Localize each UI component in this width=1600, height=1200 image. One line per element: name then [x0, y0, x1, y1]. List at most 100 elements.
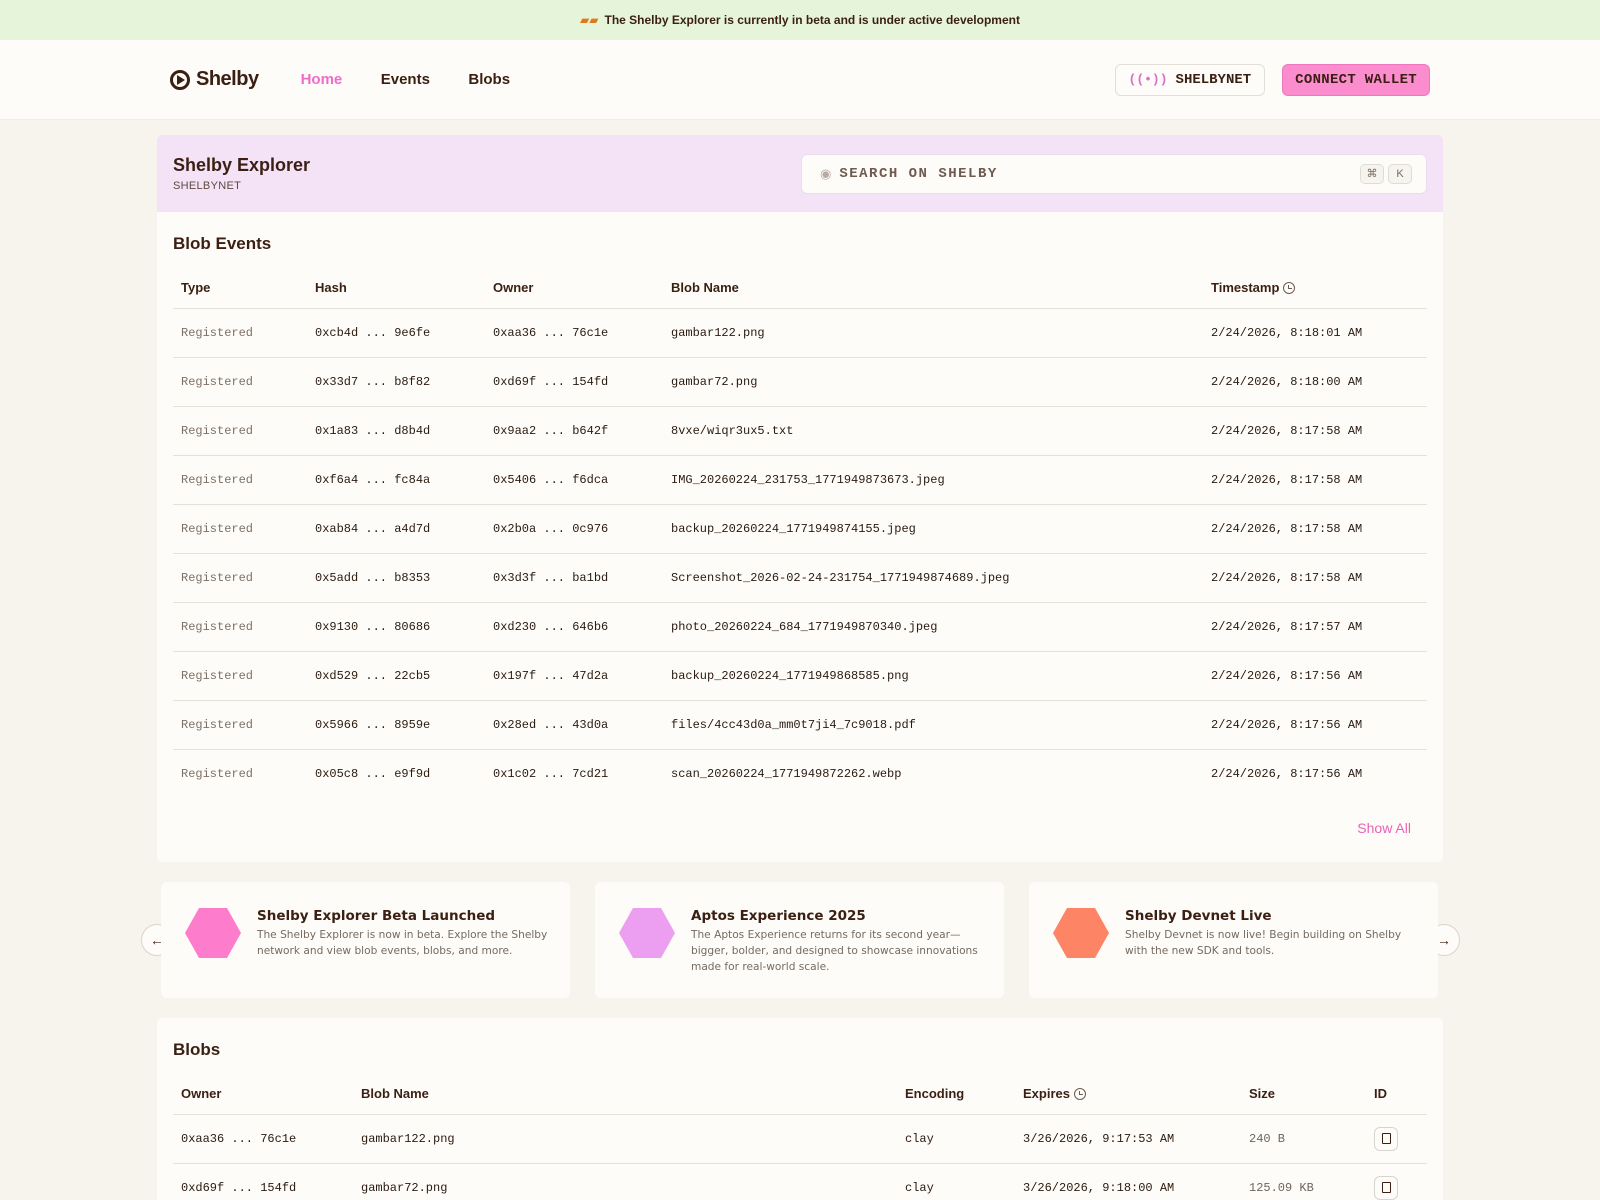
event-owner-link[interactable]: 0x3d3f ... ba1bd: [485, 553, 663, 603]
blob-size: 240 B: [1241, 1114, 1366, 1164]
table-row[interactable]: Registered 0xab84 ... a4d7d 0x2b0a ... 0c9…: [173, 504, 1427, 554]
show-all-link[interactable]: Show All: [1357, 820, 1411, 836]
event-timestamp: 2/24/2026, 8:18:00 AM: [1203, 357, 1427, 407]
search-input[interactable]: [839, 165, 1356, 182]
table-row[interactable]: Registered 0x1a83 ... d8b4d 0x9aa2 ... b64…: [173, 406, 1427, 456]
event-blob-name-link[interactable]: backup_20260224_1771949868585.png: [663, 651, 1203, 701]
event-owner-link[interactable]: 0xd230 ... 646b6: [485, 602, 663, 652]
page-title: Shelby Explorer: [173, 155, 311, 175]
event-timestamp: 2/24/2026, 8:17:56 AM: [1203, 651, 1427, 701]
event-hash-link[interactable]: 0x33d7 ... b8f82: [307, 357, 485, 407]
blob-expires: 3/26/2026, 9:18:00 AM: [1023, 1180, 1175, 1195]
table-row[interactable]: Registered 0xcb4d ... 9e6fe 0xaa36 ... 76c…: [173, 308, 1427, 358]
event-blob-name-link[interactable]: scan_20260224_1771949872262.webp: [663, 749, 1203, 798]
table-row[interactable]: Registered 0xf6a4 ... fc84a 0x5406 ... f6d…: [173, 455, 1427, 505]
news-card[interactable]: Aptos Experience 2025 The Aptos Experien…: [595, 882, 1004, 998]
event-hash-link[interactable]: 0x05c8 ... e9f9d: [307, 749, 485, 798]
arrow-right-icon: →: [1437, 932, 1451, 948]
blob-id-cell: [1366, 1163, 1427, 1200]
event-timestamp: 2/24/2026, 8:17:58 AM: [1203, 406, 1427, 456]
blob-expires: 3/26/2026, 9:17:53 AM: [1015, 1114, 1241, 1164]
blobs-panel: Blobs Owner Blob Name Encoding Expires S…: [157, 1018, 1443, 1200]
connect-wallet-button[interactable]: CONNECT WALLET: [1282, 63, 1430, 96]
event-owner-link[interactable]: 0xd69f ... 154fd: [485, 357, 663, 407]
event-hash-link[interactable]: 0x1a83 ... d8b4d: [307, 406, 485, 456]
event-blob-name-link[interactable]: IMG_20260224_231753_1771949873673.jpeg: [663, 455, 1203, 505]
network-selector-button[interactable]: ((•)) SHELBYNET: [1114, 63, 1266, 96]
news-card[interactable]: Shelby Devnet Live Shelby Devnet is now …: [1029, 882, 1438, 998]
event-hash-link[interactable]: 0xd529 ... 22cb5: [307, 651, 485, 701]
table-row[interactable]: Registered 0xd529 ... 22cb5 0x197f ... 47d…: [173, 651, 1427, 701]
search-bar[interactable]: ◉ ⌘ K: [801, 153, 1427, 194]
blob-id-cell: [1366, 1114, 1427, 1164]
event-type: Registered: [173, 455, 307, 505]
col-expires[interactable]: Expires: [1015, 1074, 1241, 1115]
event-type: Registered: [173, 602, 307, 652]
event-owner-link[interactable]: 0x28ed ... 43d0a: [485, 700, 663, 750]
event-timestamp: 2/24/2026, 8:17:56 AM: [1203, 700, 1427, 750]
news-card[interactable]: Shelby Explorer Beta Launched The Shelby…: [161, 882, 570, 998]
blob-name-link[interactable]: gambar122.png: [353, 1114, 897, 1164]
event-hash-link[interactable]: 0xf6a4 ... fc84a: [307, 455, 485, 505]
event-timestamp: 2/24/2026, 8:17:57 AM: [1203, 602, 1427, 652]
event-owner-link[interactable]: 0x197f ... 47d2a: [485, 651, 663, 701]
nav-blobs[interactable]: Blobs: [468, 71, 510, 88]
blob-owner-link[interactable]: 0xaa36 ... 76c1e: [173, 1114, 353, 1164]
copy-id-icon[interactable]: [1374, 1175, 1398, 1200]
event-hash-link[interactable]: 0x5966 ... 8959e: [307, 700, 485, 750]
event-blob-name-link[interactable]: photo_20260224_684_1771949870340.jpeg: [663, 602, 1203, 652]
nav-home[interactable]: Home: [301, 71, 343, 88]
table-row[interactable]: Registered 0x5add ... b8353 0x3d3f ... ba1…: [173, 553, 1427, 603]
blob-name-link[interactable]: gambar72.png: [353, 1163, 897, 1200]
explorer-header: Shelby Explorer SHELBYNET ◉ ⌘ K: [157, 135, 1443, 212]
blobs-title: Blobs: [173, 1040, 221, 1059]
table-row[interactable]: Registered 0x5966 ... 8959e 0x28ed ... 43d…: [173, 700, 1427, 750]
event-blob-name-link[interactable]: Screenshot_2026-02-24-231754_17719498746…: [663, 553, 1203, 603]
table-row[interactable]: 0xd69f ... 154fd gambar72.png clay 3/26/202…: [173, 1163, 1427, 1200]
event-hash-link[interactable]: 0xcb4d ... 9e6fe: [307, 308, 485, 358]
shelby-logo-icon: [170, 69, 190, 90]
col-owner: Owner: [173, 1074, 353, 1115]
col-blob-name: Blob Name: [353, 1074, 897, 1115]
event-hash-link[interactable]: 0xab84 ... a4d7d: [307, 504, 485, 554]
event-owner-link[interactable]: 0x9aa2 ... b642f: [485, 406, 663, 456]
main-nav: Home Events Blobs: [301, 71, 544, 89]
table-row[interactable]: Registered 0x9130 ... 80686 0xd230 ... 646…: [173, 602, 1427, 652]
blobs-table: Owner Blob Name Encoding Expires Size ID…: [173, 1074, 1427, 1200]
clock-icon[interactable]: [1073, 1088, 1086, 1101]
event-blob-name-link[interactable]: backup_20260224_1771949874155.jpeg: [663, 504, 1203, 554]
shelby-logo[interactable]: Shelby: [170, 68, 259, 91]
event-hash-link[interactable]: 0x9130 ... 80686: [307, 602, 485, 652]
event-owner-link[interactable]: 0x1c02 ... 7cd21: [485, 749, 663, 798]
clock-icon[interactable]: [1283, 282, 1296, 295]
blob-events-table: Type Hash Owner Blob Name Timestamp Regi…: [173, 268, 1427, 798]
col-timestamp[interactable]: Timestamp: [1203, 268, 1427, 309]
network-subtitle: SHELBYNET: [173, 180, 242, 192]
nav-events[interactable]: Events: [381, 71, 430, 88]
table-row[interactable]: Registered 0x05c8 ... e9f9d 0x1c02 ... 7cd…: [173, 749, 1427, 798]
card-description: The Aptos Experience returns for its sec…: [691, 929, 978, 973]
blob-encoding: clay: [905, 1180, 934, 1195]
event-type: Registered: [173, 651, 307, 701]
event-owner-link[interactable]: 0x2b0a ... 0c976: [485, 504, 663, 554]
card-title: Aptos Experience 2025: [691, 908, 866, 924]
banner-text: The Shelby Explorer is currently in beta…: [604, 13, 1020, 27]
event-blob-name-link[interactable]: files/4cc43d0a_mm0t7ji4_7c9018.pdf: [663, 700, 1203, 750]
event-timestamp: 2/24/2026, 8:17:58 AM: [1203, 455, 1427, 505]
table-row[interactable]: Registered 0x33d7 ... b8f82 0xd69f ... 154…: [173, 357, 1427, 407]
construction-icon: ▰▰: [580, 13, 599, 27]
event-blob-name-link[interactable]: gambar122.png: [663, 308, 1203, 358]
blob-owner-link[interactable]: 0xd69f ... 154fd: [173, 1163, 353, 1200]
event-hash-link[interactable]: 0x5add ... b8353: [307, 553, 485, 603]
event-owner-link[interactable]: 0xaa36 ... 76c1e: [485, 308, 663, 358]
blob-events-title: Blob Events: [173, 234, 272, 253]
event-timestamp: 2/24/2026, 8:17:58 AM: [1203, 504, 1427, 554]
copy-id-icon[interactable]: [1374, 1126, 1398, 1151]
col-encoding: Encoding: [897, 1074, 1015, 1115]
event-owner-link[interactable]: 0x5406 ... f6dca: [485, 455, 663, 505]
event-blob-name-link[interactable]: gambar72.png: [663, 357, 1203, 407]
event-blob-name-link[interactable]: 8vxe/wiqr3ux5.txt: [663, 406, 1203, 456]
table-row[interactable]: 0xaa36 ... 76c1e gambar122.png clay 3/26/20…: [173, 1114, 1427, 1164]
top-header: Shelby Home Events Blobs ((•)) SHELBYNET…: [0, 40, 1600, 120]
event-type: Registered: [173, 504, 307, 554]
